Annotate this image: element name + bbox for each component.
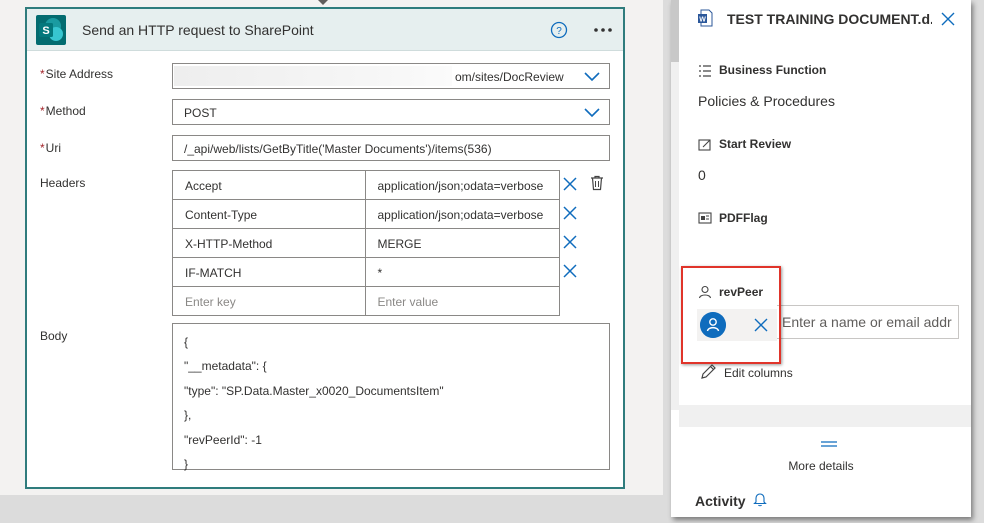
header-value-input[interactable]: * [365, 258, 560, 287]
body-line: }, [184, 408, 192, 423]
header-key-input[interactable]: X-HTTP-Method [173, 229, 366, 258]
list-icon [699, 65, 711, 77]
header-key-input[interactable]: IF-MATCH [173, 258, 366, 287]
header-key-placeholder[interactable]: Enter key [173, 287, 366, 316]
sharepoint-logo-icon: S [36, 15, 66, 45]
property-value[interactable]: Policies & Procedures [698, 93, 835, 109]
header-row-empty: Enter key Enter value [173, 287, 560, 316]
action-card: S Send an HTTP request to SharePoint ? *… [25, 7, 625, 489]
uri-value: /_api/web/lists/GetByTitle('Master Docum… [184, 142, 492, 156]
header-row: Content-Type application/json;odata=verb… [173, 200, 560, 229]
chevron-down-icon[interactable] [584, 105, 600, 119]
method-value: POST [184, 106, 217, 120]
activity-heading: Activity [695, 493, 746, 509]
header-row: Accept application/json;odata=verbose [173, 171, 560, 200]
svg-text:W: W [699, 16, 706, 23]
method-dropdown[interactable]: POST [172, 99, 610, 125]
svg-text:?: ? [556, 26, 562, 37]
header-key-input[interactable]: Accept [173, 171, 366, 200]
scrollbar[interactable] [671, 0, 679, 410]
body-line: { [184, 335, 189, 349]
redacted-url [174, 66, 452, 86]
document-title: TEST TRAINING DOCUMENT.d... [727, 11, 932, 27]
header-value-placeholder[interactable]: Enter value [365, 287, 560, 316]
header-row: X-HTTP-Method MERGE [173, 229, 560, 258]
property-label: Business Function [719, 63, 827, 77]
property-label: PDFFlag [719, 211, 768, 225]
header-value-input[interactable]: application/json;odata=verbose [365, 200, 560, 229]
body-line: "revPeerId": -1 [184, 432, 262, 447]
method-label: *Method [40, 104, 86, 118]
site-address-value: om/sites/DocReview [455, 70, 564, 84]
word-doc-icon: W [698, 9, 713, 27]
remove-header-close-icon[interactable] [563, 264, 577, 278]
body-textarea[interactable]: { "__metadata": { "type": "SP.Data.Maste… [172, 323, 610, 471]
header-row: IF-MATCH * [173, 258, 560, 287]
more-icon[interactable] [592, 21, 614, 39]
chevron-down-icon[interactable] [584, 69, 600, 83]
headers-label: Headers [40, 176, 86, 190]
help-icon[interactable]: ? [550, 21, 568, 39]
remove-header-close-icon[interactable] [563, 206, 577, 220]
more-details-icon[interactable] [820, 440, 838, 448]
property-value[interactable]: 0 [698, 167, 706, 183]
uri-input[interactable]: /_api/web/lists/GetByTitle('Master Docum… [172, 135, 610, 161]
header-value-input[interactable]: application/json;odata=verbose [365, 171, 560, 200]
site-address-label: *Site Address [40, 67, 114, 81]
people-picker-input[interactable]: Enter a name or email addr [777, 305, 959, 339]
body-line: "type": "SP.Data.Master_x0020_DocumentsI… [184, 383, 444, 398]
edit-columns-link[interactable]: Edit columns [724, 366, 793, 380]
action-title: Send an HTTP request to SharePoint [82, 22, 314, 38]
uri-label: *Uri [40, 141, 61, 155]
header-value-input[interactable]: MERGE [365, 229, 560, 258]
close-icon[interactable] [941, 12, 955, 26]
remove-header-close-icon[interactable] [563, 235, 577, 249]
remove-header-close-icon[interactable] [563, 177, 577, 191]
pdf-icon [698, 212, 712, 224]
annotation-highlight-box [681, 266, 781, 364]
header-key-input[interactable]: Content-Type [173, 200, 366, 229]
edit-icon [698, 139, 711, 151]
headers-table: Accept application/json;odata=verbose Co… [172, 170, 560, 316]
scrollbar-thumb[interactable] [671, 0, 679, 62]
body-line: } [184, 456, 189, 471]
body-line: "__metadata": { [184, 359, 267, 374]
details-pane: W TEST TRAINING DOCUMENT.d... Business F… [671, 0, 971, 517]
body-label: Body [40, 329, 68, 343]
property-label: Start Review [719, 137, 792, 151]
site-address-dropdown[interactable]: om/sites/DocReview [172, 63, 610, 89]
section-divider [679, 405, 971, 427]
pencil-icon[interactable] [700, 364, 716, 380]
card-header[interactable]: S Send an HTTP request to SharePoint ? [27, 9, 623, 51]
more-details-link[interactable]: More details [671, 459, 971, 473]
bell-icon[interactable] [753, 491, 767, 507]
svg-text:S: S [42, 25, 49, 37]
delete-icon[interactable] [589, 175, 605, 191]
connector-arrow-icon [318, 0, 328, 5]
